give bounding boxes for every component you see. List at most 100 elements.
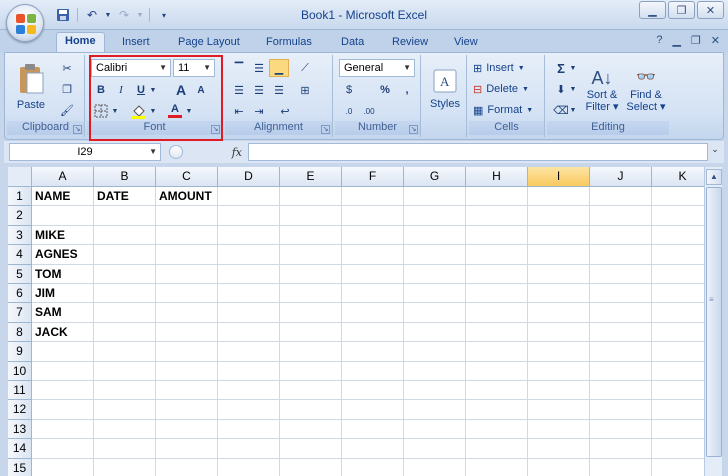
fill-icon[interactable]: ⬇ [551,80,571,98]
scroll-up-icon[interactable]: ▲ [706,169,722,185]
row-header-3[interactable]: 3 [8,225,32,246]
close-button[interactable]: ✕ [697,1,724,19]
currency-icon[interactable]: $ [339,81,359,99]
scrollbar-thumb[interactable] [706,187,722,457]
column-header-e[interactable]: E [280,167,342,187]
row-header-10[interactable]: 10 [8,361,32,381]
office-button[interactable] [6,4,44,42]
workbook-restore-icon[interactable]: ❐ [691,34,701,47]
row-header-13[interactable]: 13 [8,419,32,440]
chevron-down-icon: ▼ [522,85,529,93]
wrap-text-icon[interactable]: ↩ [275,102,295,120]
cell-a4[interactable]: AGNES [32,245,78,264]
tab-page-layout[interactable]: Page Layout [170,34,248,52]
cell-b1[interactable]: DATE [94,187,129,206]
autosum-dropdown-icon[interactable]: ▼ [569,59,577,77]
copy-icon[interactable]: ❐ [57,80,77,98]
clear-dropdown-icon[interactable]: ▼ [569,101,577,119]
cell-a3[interactable]: MIKE [32,226,65,245]
cut-icon[interactable]: ✂ [57,59,77,77]
insert-cells-button[interactable]: ⊞ Insert ▼ [473,59,525,77]
row-header-1[interactable]: 1 [8,187,32,207]
fill-dropdown-icon[interactable]: ▼ [569,80,577,98]
cell-a7[interactable]: SAM [32,303,62,322]
row-header-5[interactable]: 5 [8,264,32,284]
cell-a8[interactable]: JACK [32,323,68,342]
row-header-4[interactable]: 4 [8,245,32,265]
column-header-g[interactable]: G [404,167,466,187]
column-header-f[interactable]: F [342,167,404,187]
row-header-14[interactable]: 14 [8,439,32,459]
column-header-c[interactable]: C [156,167,218,187]
alignment-launcher-icon[interactable]: ↘ [321,125,330,134]
align-top-icon[interactable]: ▔ [229,59,249,77]
vertical-scrollbar[interactable]: ▲ ≡ [704,167,722,476]
cell-c1[interactable]: AMOUNT [156,187,212,206]
paste-button[interactable]: Paste [13,59,49,115]
increase-indent-icon[interactable]: ⇥ [249,102,269,120]
tab-home[interactable]: Home [56,32,105,53]
merge-center-icon[interactable]: ⊞ [295,81,315,99]
column-header-h[interactable]: H [466,167,528,187]
row-header-2[interactable]: 2 [8,206,32,226]
column-header-d[interactable]: D [218,167,280,187]
row-header-11[interactable]: 11 [8,381,32,401]
autosum-button[interactable]: Σ [551,59,571,77]
sort-filter-button[interactable]: A↓ Sort & Filter ▾ [581,59,623,121]
number-launcher-icon[interactable]: ↘ [409,125,418,134]
orientation-icon[interactable]: ⟋ [295,59,315,77]
delete-cells-button[interactable]: ⊟ Delete ▼ [473,80,529,98]
cell-a5[interactable]: TOM [32,265,61,284]
increase-decimal-icon[interactable]: .0 [339,102,359,120]
gridline-horizontal [32,360,704,362]
decrease-decimal-icon[interactable]: .00 [359,102,379,120]
row-header-9[interactable]: 9 [8,342,32,362]
row-header-15[interactable]: 15 [8,458,32,476]
align-left-icon[interactable]: ☰ [229,81,249,99]
number-format-value: General [344,62,384,74]
tab-insert[interactable]: Insert [114,34,158,52]
align-middle-icon[interactable]: ☰ [249,59,269,77]
clipboard-launcher-icon[interactable]: ↘ [73,125,82,134]
percent-button[interactable]: % [375,81,395,99]
clear-icon[interactable]: ⌫ [551,101,571,119]
format-painter-icon[interactable]: 🖌 [57,101,77,119]
cell-a1[interactable]: NAME [32,187,70,206]
decrease-indent-icon[interactable]: ⇤ [229,102,249,120]
format-cells-button[interactable]: ▦ Format ▼ [473,101,533,119]
workbook-minimize-icon[interactable]: ▁ [672,34,680,47]
tab-review[interactable]: Review [384,34,436,52]
comma-button[interactable]: , [397,81,417,99]
select-all-corner[interactable] [8,167,32,187]
align-bottom-icon[interactable]: ▁ [269,59,289,77]
tab-formulas[interactable]: Formulas [258,34,320,52]
paste-icon [20,64,44,94]
column-header-b[interactable]: B [94,167,156,187]
row-header-6[interactable]: 6 [8,284,32,304]
number-format-combo[interactable]: General ▼ [339,59,415,77]
row-header-8[interactable]: 8 [8,322,32,343]
styles-button[interactable]: A Styles [425,59,465,119]
tab-view[interactable]: View [446,34,486,52]
worksheet-grid[interactable]: A B C D E F G H I J K 1 2 3 4 5 6 7 8 9 10 11 12 13 14 15 NAME DATE… [8,167,704,476]
column-header-i[interactable]: I [528,167,590,187]
expand-formula-bar-icon[interactable]: ⌄ [708,144,722,160]
column-header-a[interactable]: A [32,167,94,187]
workbook-close-icon[interactable]: ✕ [711,34,720,47]
help-icon[interactable]: ? [656,34,662,47]
row-header-7[interactable]: 7 [8,303,32,323]
align-right-icon[interactable]: ☰ [269,81,289,99]
find-select-button[interactable]: 👓 Find & Select ▾ [625,59,667,121]
name-box[interactable]: I29 ▼ [9,143,161,161]
minimize-button[interactable]: ▁ [639,1,666,19]
restore-button[interactable]: ❐ [668,1,695,19]
cell-a6[interactable]: JIM [32,284,55,303]
chevron-down-icon: ▼ [517,64,525,72]
insert-function-button[interactable]: fx [166,143,246,161]
column-header-k[interactable]: K [652,167,704,187]
tab-data[interactable]: Data [333,34,372,52]
row-header-12[interactable]: 12 [8,400,32,420]
formula-input[interactable] [248,143,708,161]
align-center-icon[interactable]: ☰ [249,81,269,99]
column-header-j[interactable]: J [590,167,652,187]
